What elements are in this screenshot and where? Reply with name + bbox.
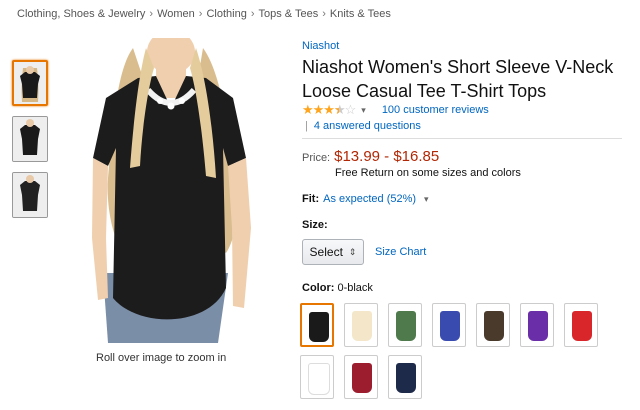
color-swatch[interactable]: [564, 303, 598, 347]
divider: |: [305, 120, 308, 132]
shirt-color-sample: [309, 312, 329, 342]
fit-label: Fit:: [302, 193, 320, 205]
color-swatch[interactable]: [476, 303, 510, 347]
shirt-color-sample: [352, 311, 372, 341]
price-value: $13.99 - $16.85: [334, 148, 440, 165]
customer-reviews-link[interactable]: 100 customer reviews: [382, 104, 489, 116]
shirt-color-sample: [396, 363, 416, 393]
brand-link[interactable]: Niashot: [302, 40, 339, 52]
shirt-color-sample: [528, 311, 548, 341]
size-label: Size:: [302, 219, 328, 231]
fit-value-link[interactable]: As expected (52%): [323, 193, 416, 205]
color-value: 0-black: [337, 282, 373, 294]
section-divider: [302, 138, 622, 139]
answered-questions: | 4 answered questions: [305, 120, 421, 132]
color-swatch[interactable]: [520, 303, 554, 347]
thumbnail-image[interactable]: [12, 116, 48, 162]
shirt-color-sample: [572, 311, 592, 341]
breadcrumb-separator: ›: [198, 8, 203, 20]
price-label: Price:: [302, 152, 331, 164]
rating-row: ★★★★★☆ ▾ 100 customer reviews: [302, 102, 489, 118]
color-swatch[interactable]: [300, 303, 334, 347]
breadcrumb-link[interactable]: Tops & Tees: [258, 8, 318, 20]
color-swatch[interactable]: [344, 355, 378, 399]
thumbnail-list: [12, 60, 48, 228]
thumbnail-image[interactable]: [12, 60, 48, 106]
color-label: Color:: [302, 282, 335, 294]
shirt-color-sample: [440, 311, 460, 341]
breadcrumb-separator: ›: [250, 8, 255, 20]
color-swatch[interactable]: [432, 303, 466, 347]
shirt-color-sample: [352, 363, 372, 393]
color-swatch[interactable]: [388, 303, 422, 347]
color-swatch[interactable]: [388, 355, 422, 399]
breadcrumb-link[interactable]: Knits & Tees: [330, 8, 391, 20]
breadcrumb-link[interactable]: Clothing: [206, 8, 246, 20]
star-rating-icon[interactable]: ★★★★★☆: [302, 102, 356, 118]
free-return-text: Free Return on some sizes and colors: [335, 167, 521, 179]
size-chart-link[interactable]: Size Chart: [375, 246, 426, 258]
size-select-label: Select: [309, 245, 343, 259]
color-row: Color: 0-black: [302, 282, 373, 294]
size-select[interactable]: Select ⇕: [302, 239, 364, 265]
product-title: Niashot Women's Short Sleeve V-Neck Loos…: [302, 57, 614, 101]
breadcrumb-separator: ›: [149, 8, 154, 20]
chevron-down-icon[interactable]: ▾: [361, 105, 366, 116]
fit-row: Fit: As expected (52%) ▾: [302, 193, 429, 205]
breadcrumb: Clothing, Shoes & Jewelry › Women › Clothing…: [17, 8, 391, 20]
color-swatch[interactable]: [344, 303, 378, 347]
chevron-down-icon[interactable]: ▾: [424, 194, 429, 205]
answered-questions-link[interactable]: 4 answered questions: [314, 120, 421, 132]
shirt-color-sample: [484, 311, 504, 341]
price-row: Price: $13.99 - $16.85: [302, 148, 439, 165]
color-swatch[interactable]: [300, 355, 334, 399]
shirt-color-sample: [308, 363, 330, 395]
breadcrumb-separator: ›: [322, 8, 326, 20]
breadcrumb-link[interactable]: Clothing, Shoes & Jewelry: [17, 8, 145, 20]
shirt-color-sample: [396, 311, 416, 341]
product-main-image[interactable]: [68, 30, 268, 343]
breadcrumb-link[interactable]: Women: [157, 8, 195, 20]
zoom-hint: Roll over image to zoom in: [96, 352, 227, 364]
updown-arrow-icon: ⇕: [348, 246, 357, 257]
thumbnail-image[interactable]: [12, 172, 48, 218]
